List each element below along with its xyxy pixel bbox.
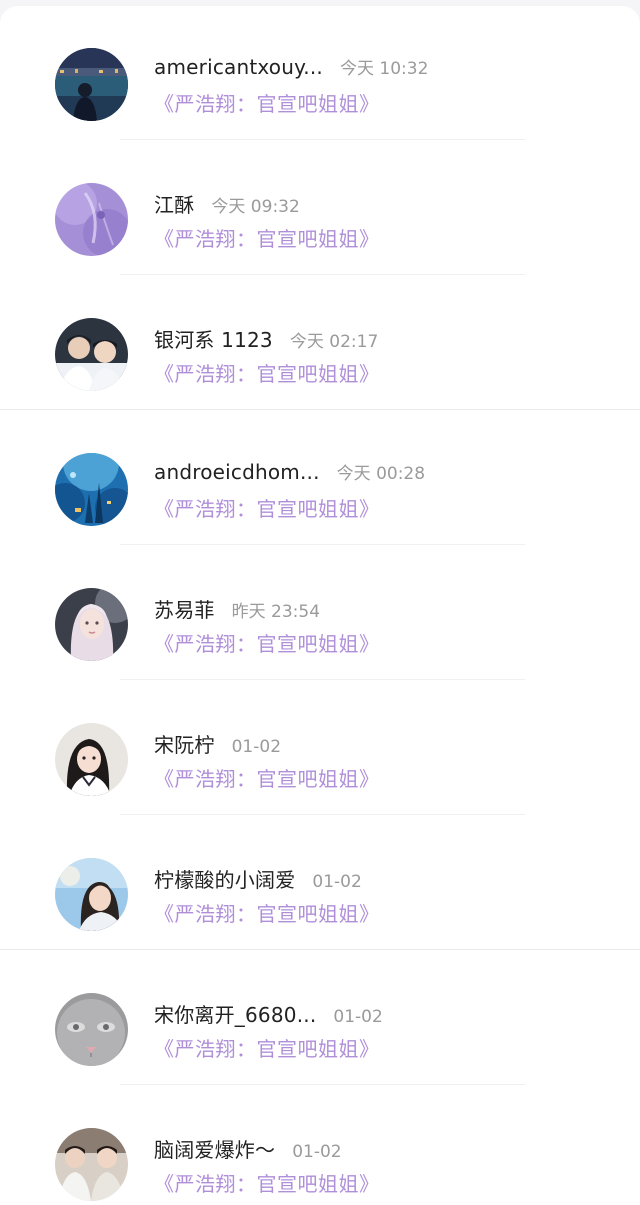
timestamp: 今天 00:28 bbox=[336, 464, 426, 484]
comment-text: 《严浩翔：官宣吧姐姐》 bbox=[154, 767, 380, 791]
divider bbox=[120, 274, 525, 275]
comment-text: 《严浩翔：官宣吧姐姐》 bbox=[154, 632, 380, 656]
divider bbox=[120, 1084, 525, 1085]
comment-text: 《严浩翔：官宣吧姐姐》 bbox=[154, 92, 380, 116]
username[interactable]: 宋阮柠 bbox=[154, 729, 215, 758]
list-item[interactable]: 脑阔爱爆炸～ 01-02 《严浩翔：官宣吧姐姐》 bbox=[0, 1086, 640, 1205]
list-item[interactable]: 苏易菲 昨天 23:54 《严浩翔：官宣吧姐姐》 bbox=[0, 546, 640, 680]
list-item[interactable]: 银河系 1123 今天 02:17 《严浩翔：官宣吧姐姐》 bbox=[0, 276, 640, 410]
list-item[interactable]: americantxouy... 今天 10:32 《严浩翔：官宣吧姐姐》 bbox=[0, 6, 640, 140]
username[interactable]: 江酥 bbox=[154, 189, 194, 218]
username[interactable]: 脑阔爱爆炸～ bbox=[154, 1134, 275, 1163]
timestamp: 01-02 bbox=[292, 1142, 342, 1162]
divider bbox=[120, 544, 525, 545]
timestamp: 01-02 bbox=[312, 872, 362, 892]
comment-header: 脑阔爱爆炸～ 01-02 bbox=[154, 1134, 342, 1164]
comment-header: 银河系 1123 今天 02:17 bbox=[154, 324, 378, 354]
comment-text: 《严浩翔：官宣吧姐姐》 bbox=[154, 227, 380, 251]
comment-list-card: americantxouy... 今天 10:32 《严浩翔：官宣吧姐姐》 江酥 bbox=[0, 6, 640, 1205]
username[interactable]: androeicdhom... bbox=[154, 460, 320, 484]
group-photo-avatar[interactable] bbox=[55, 1128, 128, 1201]
comment-text: 《严浩翔：官宣吧姐姐》 bbox=[154, 362, 380, 386]
divider bbox=[120, 679, 525, 680]
comment-list: americantxouy... 今天 10:32 《严浩翔：官宣吧姐姐》 江酥 bbox=[0, 6, 640, 1205]
username[interactable]: 银河系 1123 bbox=[154, 324, 273, 353]
divider bbox=[0, 949, 640, 950]
comment-header: 宋阮柠 01-02 bbox=[154, 729, 281, 759]
comment-header: androeicdhom... 今天 00:28 bbox=[154, 459, 425, 489]
blue-aquarium-avatar[interactable] bbox=[55, 453, 128, 526]
comment-header: 苏易菲 昨天 23:54 bbox=[154, 594, 320, 624]
girl-uniform-avatar[interactable] bbox=[55, 723, 128, 796]
comment-text: 《严浩翔：官宣吧姐姐》 bbox=[154, 497, 380, 521]
comment-header: 柠檬酸的小阔爱 01-02 bbox=[154, 864, 362, 894]
timestamp: 昨天 23:54 bbox=[231, 602, 321, 622]
list-item[interactable]: 江酥 今天 09:32 《严浩翔：官宣吧姐姐》 bbox=[0, 141, 640, 275]
divider bbox=[0, 409, 640, 410]
night-city-photo-avatar[interactable] bbox=[55, 48, 128, 121]
divider bbox=[120, 139, 525, 140]
username[interactable]: 柠檬酸的小阔爱 bbox=[154, 864, 295, 893]
username[interactable]: americantxouy... bbox=[154, 55, 323, 79]
list-item[interactable]: 柠檬酸的小阔爱 01-02 《严浩翔：官宣吧姐姐》 bbox=[0, 816, 640, 950]
username[interactable]: 苏易菲 bbox=[154, 594, 215, 623]
comment-text: 《严浩翔：官宣吧姐姐》 bbox=[154, 1037, 380, 1061]
boys-photo-avatar[interactable] bbox=[55, 318, 128, 391]
comment-text: 《严浩翔：官宣吧姐姐》 bbox=[154, 902, 380, 926]
divider bbox=[120, 814, 525, 815]
girl-sky-avatar[interactable] bbox=[55, 858, 128, 931]
timestamp: 今天 09:32 bbox=[211, 197, 300, 217]
timestamp: 01-02 bbox=[333, 1007, 383, 1027]
timestamp: 01-02 bbox=[231, 737, 282, 757]
list-item[interactable]: androeicdhom... 今天 00:28 《严浩翔：官宣吧姐姐》 bbox=[0, 411, 640, 545]
girl-portrait-avatar[interactable] bbox=[55, 588, 128, 661]
comment-header: 宋你离开_6680... 01-02 bbox=[154, 999, 383, 1029]
timestamp: 今天 02:17 bbox=[289, 332, 379, 352]
comment-text: 《严浩翔：官宣吧姐姐》 bbox=[154, 1172, 380, 1196]
grey-cat-avatar[interactable] bbox=[55, 993, 128, 1066]
list-item[interactable]: 宋你离开_6680... 01-02 《严浩翔：官宣吧姐姐》 bbox=[0, 951, 640, 1085]
username[interactable]: 宋你离开_6680... bbox=[154, 999, 316, 1028]
list-item[interactable]: 宋阮柠 01-02 《严浩翔：官宣吧姐姐》 bbox=[0, 681, 640, 815]
comment-header: 江酥 今天 09:32 bbox=[154, 189, 300, 219]
timestamp: 今天 10:32 bbox=[339, 59, 429, 79]
purple-anime-avatar[interactable] bbox=[55, 183, 128, 256]
comment-header: americantxouy... 今天 10:32 bbox=[154, 54, 428, 84]
